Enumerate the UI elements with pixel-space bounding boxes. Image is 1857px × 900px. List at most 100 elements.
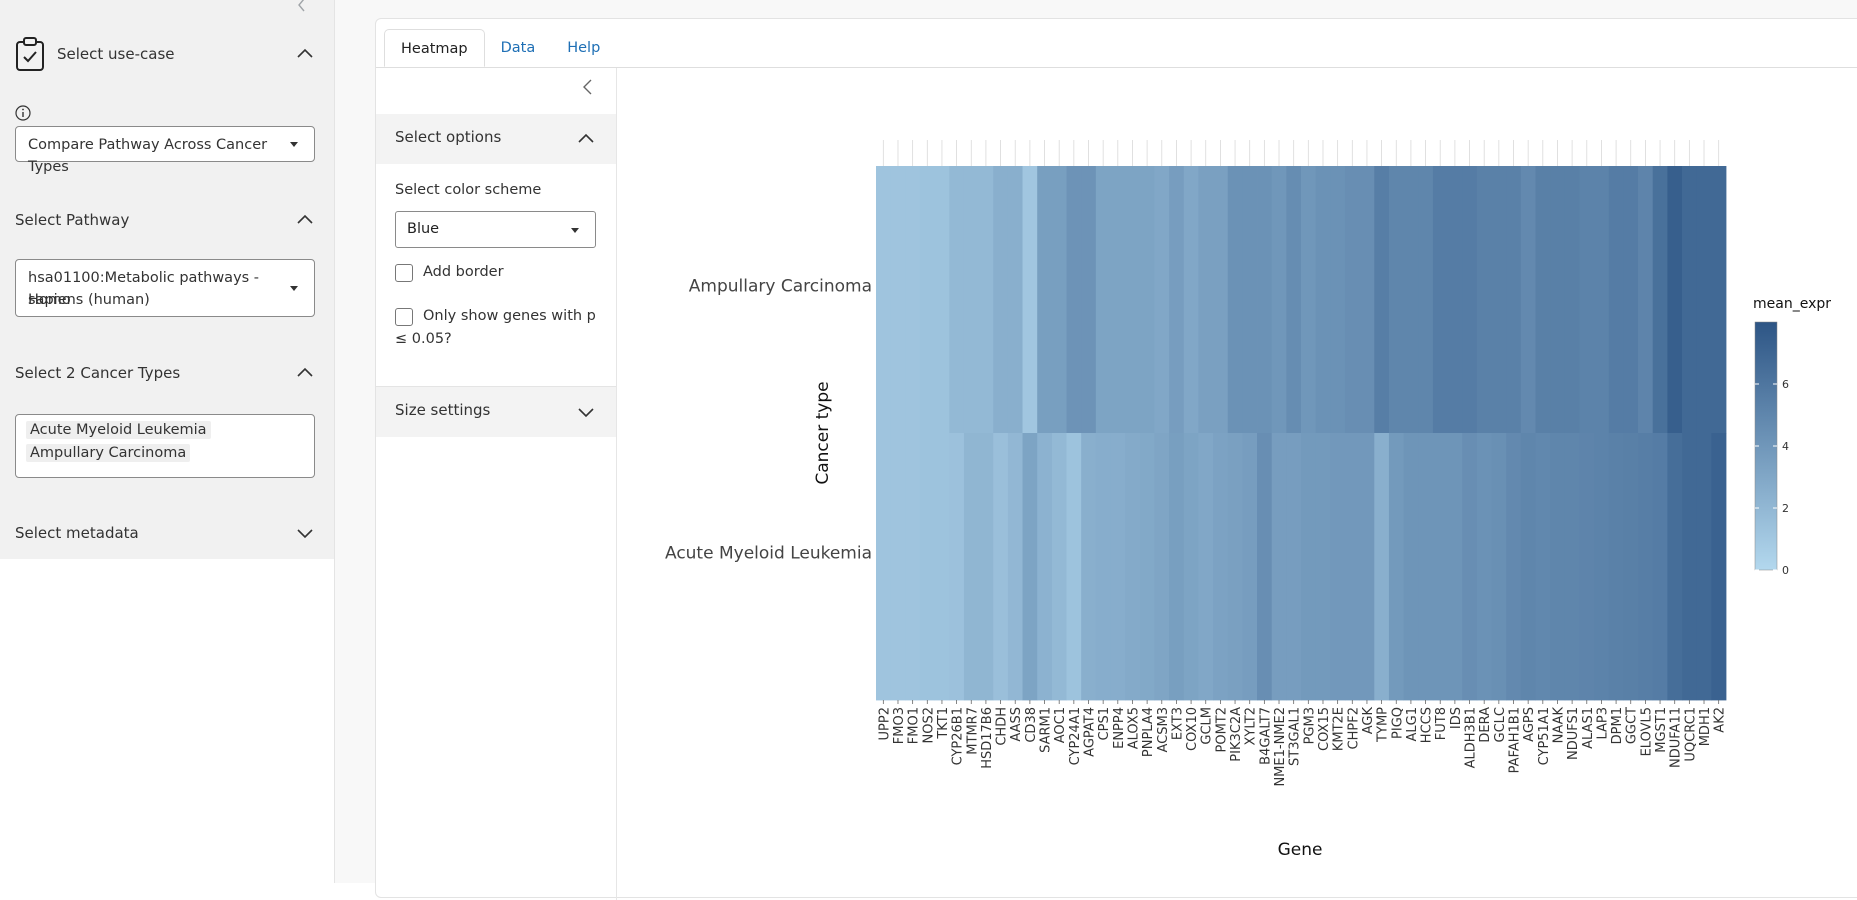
pvalue-checkbox[interactable] <box>395 308 413 326</box>
heatmap-cell <box>1359 433 1375 701</box>
gene-label: COX10 <box>1185 707 1200 751</box>
heatmap-cell <box>1594 433 1610 701</box>
heatmap-cell <box>1344 433 1361 701</box>
pathway-select[interactable]: hsa01100:Metabolic pathways - Homo sapie… <box>15 259 315 317</box>
chevron-up-icon[interactable] <box>295 44 315 64</box>
pathway-header[interactable]: Select Pathway <box>15 208 315 232</box>
gene-label: GCLC <box>1493 707 1508 742</box>
heatmap-cell <box>919 166 936 434</box>
cancer-types-header[interactable]: Select 2 Cancer Types <box>15 361 315 385</box>
chevron-up-icon[interactable] <box>295 363 315 383</box>
heatmap-cell <box>890 166 906 434</box>
gene-label: CHDH <box>995 707 1010 746</box>
gene-label: TKT1 <box>936 707 951 740</box>
tab-heatmap[interactable]: Heatmap <box>384 29 485 67</box>
caret-down-icon <box>290 286 298 291</box>
gene-label: GGCT <box>1625 707 1640 744</box>
gene-label: COX15 <box>1317 707 1332 751</box>
gene-label: TYMP <box>1376 707 1391 743</box>
heatmap-cell <box>934 433 950 701</box>
cancer-type-chip[interactable]: Acute Myeloid Leukemia <box>26 421 211 439</box>
heatmap-cell <box>1491 166 1507 434</box>
use-case-select-value: Compare Pathway Across Cancer Types <box>28 137 268 175</box>
heatmap-cell <box>1418 166 1434 434</box>
heatmap-cell <box>1007 433 1023 701</box>
row-label: Ampullary Carcinoma <box>689 277 872 297</box>
gene-label: GCLM <box>1200 707 1215 745</box>
gene-label: PGM3 <box>1302 707 1317 744</box>
gene-label: CHPF2 <box>1346 707 1361 749</box>
heatmap-cell <box>1286 166 1302 434</box>
gene-label: ST3GAL1 <box>1288 707 1303 766</box>
heatmap-cell <box>1447 166 1463 434</box>
color-scheme-select[interactable]: Blue <box>395 211 596 248</box>
heatmap-cell <box>1682 433 1698 701</box>
cancer-type-chip[interactable]: Ampullary Carcinoma <box>26 444 191 462</box>
chevron-down-icon[interactable] <box>295 523 315 543</box>
heatmap-cell <box>1066 433 1082 701</box>
cancer-types-multiselect[interactable]: Acute Myeloid Leukemia Ampullary Carcino… <box>15 414 315 478</box>
tab-help[interactable]: Help <box>551 29 616 67</box>
heatmap-cell <box>1227 433 1243 701</box>
heatmap-cell <box>1447 433 1463 701</box>
heatmap-cell <box>1652 166 1668 434</box>
sidebar: Select use-case Compare Pathway Across C… <box>0 0 334 559</box>
metadata-header-label: Select metadata <box>15 524 139 542</box>
heatmap-cell <box>1227 166 1243 434</box>
pathway-header-label: Select Pathway <box>15 211 130 229</box>
heatmap-cell <box>1301 166 1317 434</box>
tab-bar: Heatmap Data Help <box>384 29 616 67</box>
chevron-up-icon[interactable] <box>576 129 596 149</box>
select-options-header[interactable]: Select options <box>376 114 616 164</box>
use-case-header[interactable]: Select use-case <box>15 37 315 71</box>
heatmap-cell <box>1667 166 1683 434</box>
gene-label: AOC1 <box>1053 707 1068 743</box>
heatmap-cell <box>1154 433 1170 701</box>
top-tick-marks <box>882 140 1720 166</box>
heatmap-cell <box>1257 166 1273 434</box>
gene-label: NOS2 <box>921 707 936 743</box>
heatmap-cell <box>876 166 892 434</box>
info-icon[interactable] <box>15 105 31 121</box>
heatmap-cells <box>876 166 1727 701</box>
heatmap-cell <box>1652 433 1668 701</box>
gene-label: CYP24A1 <box>1068 707 1083 765</box>
heatmap-cell <box>1462 433 1478 701</box>
tab-data[interactable]: Data <box>485 29 552 67</box>
sidebar-collapse-icon[interactable] <box>296 0 308 16</box>
metadata-header[interactable]: Select metadata <box>15 521 315 545</box>
chevron-up-icon[interactable] <box>295 210 315 230</box>
heatmap-cell <box>1667 433 1683 701</box>
heatmap-cell <box>890 433 906 701</box>
gene-label: ALOX5 <box>1126 707 1141 749</box>
heatmap-cell <box>1125 433 1141 701</box>
heatmap-cell <box>993 433 1009 701</box>
size-settings-label: Size settings <box>395 401 491 419</box>
caret-down-icon <box>290 142 298 147</box>
heatmap-cell <box>1183 433 1199 701</box>
gene-label: B4GALT7 <box>1258 707 1273 765</box>
row-label: Acute Myeloid Leukemia <box>665 544 872 564</box>
gene-label: AASS <box>1009 707 1024 742</box>
collapse-left-icon[interactable] <box>580 78 596 96</box>
add-border-checkbox[interactable] <box>395 264 413 282</box>
heatmap-cell <box>934 166 950 434</box>
heatmap-cell <box>1330 166 1346 434</box>
chevron-down-icon[interactable] <box>576 402 596 422</box>
size-settings-header[interactable]: Size settings <box>376 387 616 437</box>
gene-label: UPP2 <box>877 707 892 740</box>
heatmap-cell <box>1623 166 1639 434</box>
heatmap-cell <box>949 166 965 434</box>
gene-label: POMT2 <box>1214 707 1229 753</box>
gene-label: AGPS <box>1522 707 1537 742</box>
legend-tick-label: 4 <box>1782 440 1789 453</box>
gene-label: FMO1 <box>907 707 922 744</box>
gene-label: ALDH3B1 <box>1464 707 1479 768</box>
heatmap-cell <box>1037 166 1053 434</box>
use-case-select[interactable]: Compare Pathway Across Cancer Types <box>15 126 315 175</box>
heatmap-cell <box>1022 433 1038 701</box>
gene-label: ENPP4 <box>1112 707 1127 749</box>
heatmap-cell <box>1183 166 1199 434</box>
gene-label: CPS1 <box>1097 707 1112 740</box>
gene-label: FUT8 <box>1434 707 1449 740</box>
